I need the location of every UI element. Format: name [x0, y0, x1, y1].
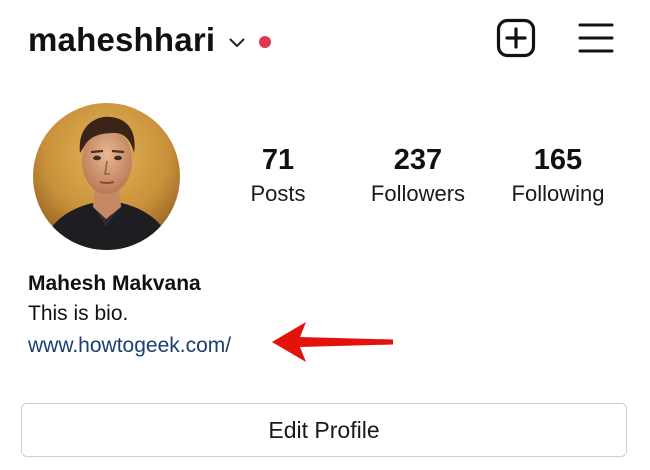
- posts-label: Posts: [250, 181, 306, 206]
- profile-header: maheshhari: [28, 18, 624, 66]
- account-switcher[interactable]: maheshhari: [28, 18, 272, 62]
- notification-dot: [259, 36, 272, 48]
- posts-stat[interactable]: 71 Posts: [238, 142, 318, 210]
- username: maheshhari: [28, 21, 216, 58]
- followers-stat[interactable]: 237 Followers: [358, 142, 478, 210]
- following-stat[interactable]: 165 Following: [500, 142, 616, 210]
- profile-avatar[interactable]: [33, 103, 180, 250]
- followers-label: Followers: [370, 181, 466, 206]
- edit-profile-button[interactable]: Edit Profile: [21, 403, 627, 457]
- bio-text: This is bio.: [28, 302, 129, 325]
- website-link[interactable]: www.howtogeek.com/: [28, 332, 231, 360]
- plus-square-icon[interactable]: [496, 18, 536, 58]
- posts-count: 71: [261, 144, 295, 176]
- hamburger-menu-icon[interactable]: [578, 20, 614, 56]
- full-name: Mahesh Makvana: [28, 272, 201, 295]
- chevron-down-icon: [229, 38, 245, 47]
- profile-page: maheshhari 71 Posts 237 Followers 165 Fo…: [0, 0, 650, 470]
- following-count: 165: [533, 144, 583, 176]
- followers-count: 237: [393, 144, 443, 176]
- annotation-arrow-icon: [272, 322, 393, 362]
- profile-photo: [33, 103, 180, 250]
- following-label: Following: [511, 181, 605, 206]
